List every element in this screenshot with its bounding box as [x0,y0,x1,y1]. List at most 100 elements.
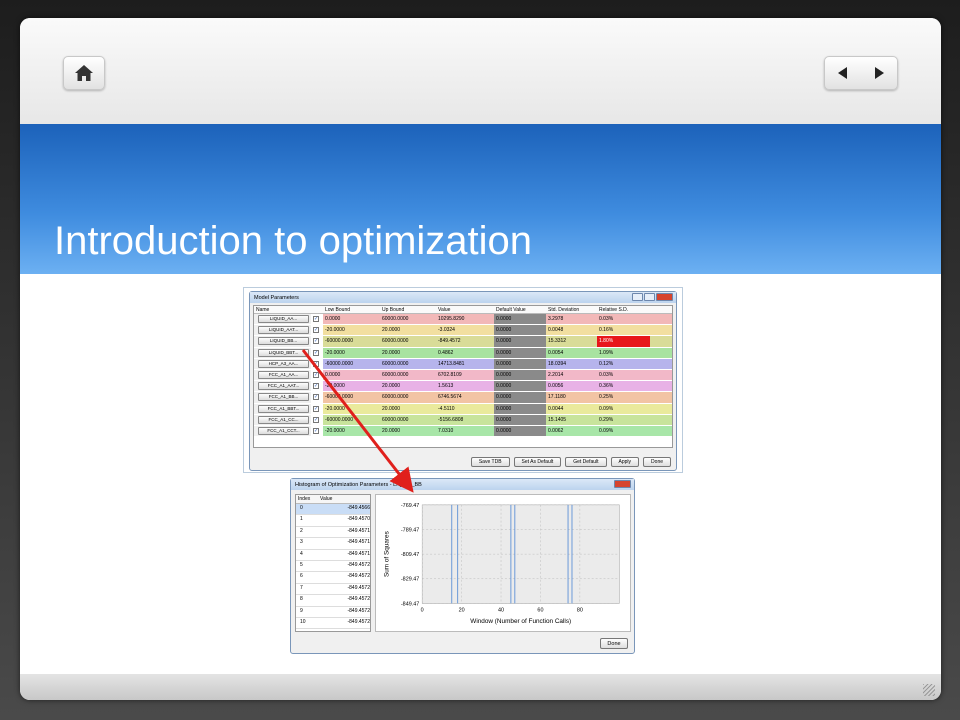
low-bound-cell[interactable]: -20.0000 [323,381,380,391]
table-row[interactable]: 9 -849.4572 [296,607,370,618]
checkbox[interactable]: ✓ [313,394,319,401]
parameter-name-button[interactable]: LIQUID_BB... [258,337,309,346]
value-cell[interactable]: 0.4862 [436,348,494,358]
parameter-name-button[interactable]: FCC_A1_CCT... [258,426,309,435]
checkbox[interactable]: ✓ [313,416,319,423]
checkbox[interactable]: ✓ [313,405,319,412]
value-cell[interactable]: 1.5613 [436,381,494,391]
std-deviation-cell[interactable]: 0.0048 [546,325,597,335]
low-bound-cell[interactable]: 0.0000 [323,314,380,324]
up-bound-cell[interactable]: 60000.0000 [380,370,436,380]
std-deviation-cell[interactable]: 17.1180 [546,392,597,402]
relative-sd-cell[interactable]: 1.09% [597,348,650,358]
relative-sd-cell[interactable]: 0.12% [597,359,650,369]
up-bound-cell[interactable]: 20.0000 [380,426,436,436]
parameter-name-button[interactable]: FCC_A1_BBT... [258,404,309,413]
value-cell[interactable]: -849.4572 [436,336,494,346]
std-deviation-cell[interactable]: 0.0056 [546,381,597,391]
std-deviation-cell[interactable]: 15.1405 [546,415,597,425]
value-cell[interactable]: 14713.8481 [436,359,494,369]
maximize-icon[interactable] [644,293,655,301]
up-bound-cell[interactable]: 20.0000 [380,348,436,358]
parameter-name-button[interactable]: LIQUID_AA... [258,315,309,323]
table-row[interactable]: 2 -849.4571 [296,527,370,539]
std-deviation-cell[interactable]: 15.3312 [546,336,597,346]
low-bound-cell[interactable]: -20.0000 [323,325,380,335]
value-cell[interactable]: 7.0310 [436,426,494,436]
value-cell[interactable]: 6702.8109 [436,370,494,380]
dialog-button[interactable]: Save TDB [470,457,510,467]
up-bound-cell[interactable]: 20.0000 [380,381,436,391]
std-deviation-cell[interactable]: 0.0062 [546,426,597,436]
std-deviation-cell[interactable]: 18.0394 [546,359,597,369]
std-deviation-cell[interactable]: 3.2978 [546,314,597,324]
value-cell[interactable]: -4.5110 [436,404,494,414]
low-bound-cell[interactable]: -60000.0000 [323,415,380,425]
low-bound-cell[interactable]: -60000.0000 [323,336,380,346]
resize-grip-icon[interactable] [923,684,935,696]
table-row[interactable]: 7 -849.4572 [296,584,370,596]
dialog-button[interactable]: Apply [610,457,640,467]
value-cell[interactable]: -3.0324 [436,325,494,335]
checkbox[interactable]: ✓ [313,427,319,434]
std-deviation-cell[interactable]: 0.0054 [546,348,597,358]
relative-sd-cell[interactable]: 0.25% [597,392,650,402]
checkbox[interactable]: ✓ [313,360,319,367]
relative-sd-cell[interactable]: 1.80% [597,336,650,347]
std-deviation-cell[interactable]: 2.2014 [546,370,597,380]
up-bound-cell[interactable]: 20.0000 [380,404,436,414]
table-row[interactable]: 0 -849.4566 [296,504,370,516]
table-row[interactable]: 1 -849.4570 [296,515,370,527]
std-deviation-cell[interactable]: 0.0044 [546,404,597,414]
up-bound-cell[interactable]: 60000.0000 [380,359,436,369]
home-button[interactable] [63,56,105,90]
value-cell[interactable]: -5156.6808 [436,415,494,425]
dialog-button[interactable]: Get Default [565,457,607,467]
parameter-name-button[interactable]: FCC_A1_CC... [258,415,309,424]
checkbox[interactable]: ✓ [313,338,319,345]
checkbox[interactable]: ✓ [313,349,319,356]
value-cell[interactable]: 6746.5674 [436,392,494,402]
checkbox[interactable]: ✓ [313,327,319,334]
checkbox[interactable]: ✓ [313,316,319,322]
value-cell[interactable]: 10295.8290 [436,314,494,324]
relative-sd-cell[interactable]: 0.09% [597,404,650,414]
dialog-button[interactable]: Set As Default [513,457,562,467]
checkbox[interactable]: ✓ [313,371,319,378]
relative-sd-cell[interactable]: 0.09% [597,426,650,436]
next-arrow-icon[interactable] [871,65,887,81]
table-row[interactable]: 10 -849.4572 [296,618,370,630]
checkbox[interactable]: ✓ [313,383,319,390]
low-bound-cell[interactable]: 0.0000 [323,370,380,380]
prev-next-buttons[interactable] [824,56,898,90]
low-bound-cell[interactable]: -60000.0000 [323,392,380,402]
low-bound-cell[interactable]: -20.0000 [323,404,380,414]
prev-arrow-icon[interactable] [835,65,851,81]
parameter-name-button[interactable]: FCC_A1_BB... [258,393,309,402]
up-bound-cell[interactable]: 20.0000 [380,325,436,335]
minimize-icon[interactable] [632,293,643,301]
parameter-name-button[interactable]: LIQUID_AAT... [258,326,309,335]
dialog-button[interactable]: Done [643,457,671,467]
close-icon[interactable] [614,480,631,488]
table-row[interactable]: 8 -849.4572 [296,595,370,607]
done-button[interactable]: Done [600,638,628,649]
low-bound-cell[interactable]: -60000.0000 [323,359,380,369]
table-row[interactable]: 4 -849.4571 [296,550,370,561]
up-bound-cell[interactable]: 60000.0000 [380,336,436,346]
table-row[interactable]: 5 -849.4572 [296,561,370,573]
relative-sd-cell[interactable]: 0.36% [597,381,650,391]
table-row[interactable]: 3 -849.4571 [296,538,370,550]
parameter-name-button[interactable]: LIQUID_BBT... [258,348,309,357]
up-bound-cell[interactable]: 60000.0000 [380,314,436,324]
low-bound-cell[interactable]: -20.0000 [323,426,380,436]
close-icon[interactable] [656,293,673,301]
table-row[interactable]: 6 -849.4572 [296,572,370,584]
low-bound-cell[interactable]: -20.0000 [323,348,380,358]
parameter-name-button[interactable]: FCC_A1_AA... [258,370,309,379]
relative-sd-cell[interactable]: 0.29% [597,415,650,425]
up-bound-cell[interactable]: 60000.0000 [380,415,436,425]
parameter-name-button[interactable]: FCC_A1_AAT... [258,382,309,391]
up-bound-cell[interactable]: 60000.0000 [380,392,436,402]
relative-sd-cell[interactable]: 0.03% [597,370,650,380]
